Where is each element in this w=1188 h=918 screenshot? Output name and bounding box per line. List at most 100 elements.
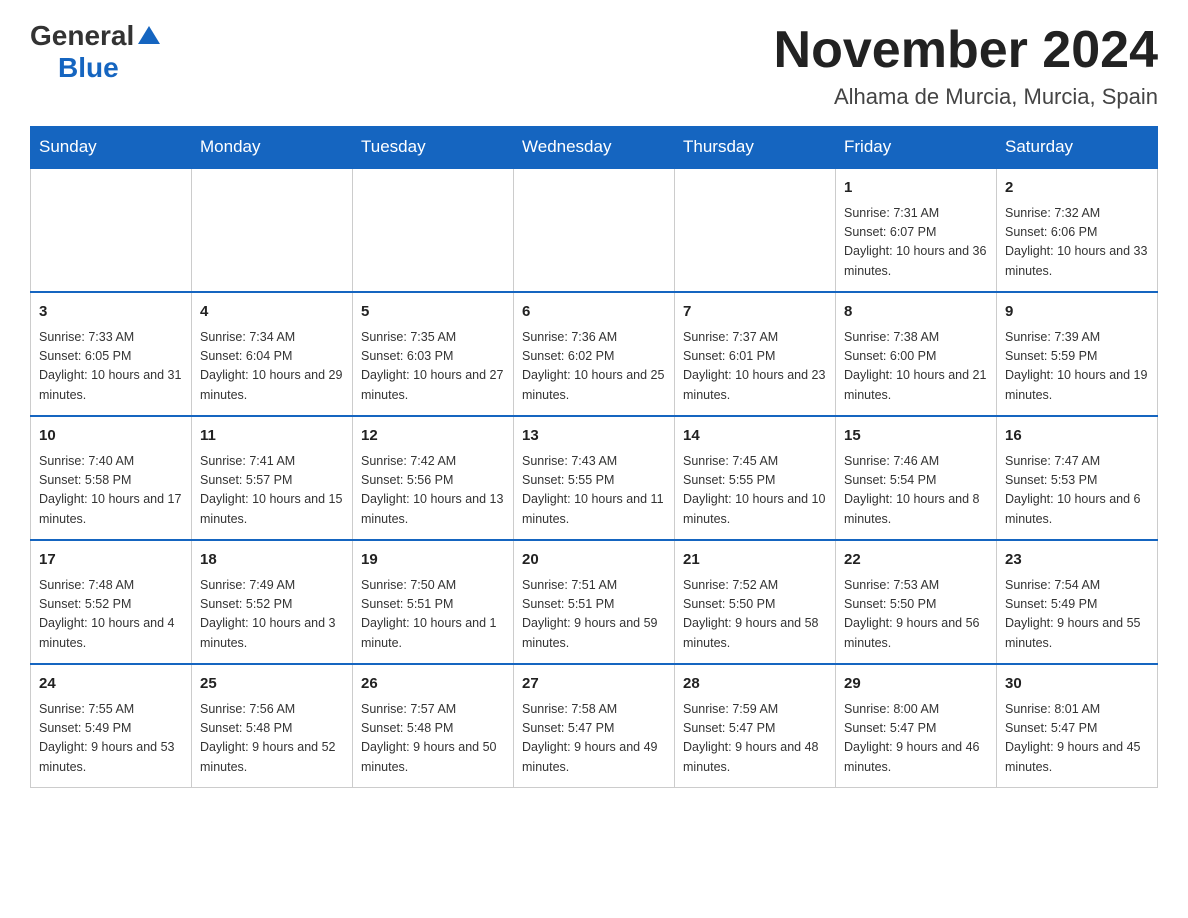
day-info: Sunrise: 7:36 AM Sunset: 6:02 PM Dayligh… [522, 328, 666, 406]
calendar-header-row: SundayMondayTuesdayWednesdayThursdayFrid… [31, 127, 1158, 169]
calendar-cell: 27 Sunrise: 7:58 AM Sunset: 5:47 PM Dayli… [514, 664, 675, 788]
day-number: 11 [200, 425, 344, 448]
day-number: 15 [844, 425, 988, 448]
calendar-week-row: 17Sunrise: 7:48 AM Sunset: 5:52 PM Dayli… [31, 540, 1158, 664]
day-number: 19 [361, 549, 505, 572]
calendar-cell: 2 Sunrise: 7:32 AM Sunset: 6:06 PM Daylig… [997, 168, 1158, 292]
day-info: Sunrise: 7:31 AM Sunset: 6:07 PM Dayligh… [844, 204, 988, 282]
calendar-cell: 1 Sunrise: 7:31 AM Sunset: 6:07 PM Daylig… [836, 168, 997, 292]
calendar-cell: 29Sunrise: 8:00 AM Sunset: 5:47 PM Dayli… [836, 664, 997, 788]
day-info: Sunrise: 7:33 AM Sunset: 6:05 PM Dayligh… [39, 328, 183, 406]
calendar-cell: 10 Sunrise: 7:40 AM Sunset: 5:58 PM Dayli… [31, 416, 192, 540]
day-number: 13 [522, 425, 666, 448]
day-info: Sunrise: 7:42 AM Sunset: 5:56 PM Dayligh… [361, 452, 505, 530]
day-number: 8 [844, 301, 988, 324]
day-info: Sunrise: 7:35 AM Sunset: 6:03 PM Dayligh… [361, 328, 505, 406]
calendar-week-row: 24 Sunrise: 7:55 AM Sunset: 5:49 PM Dayli… [31, 664, 1158, 788]
calendar-cell: 8 Sunrise: 7:38 AM Sunset: 6:00 PM Daylig… [836, 292, 997, 416]
day-info: Sunrise: 7:45 AM Sunset: 5:55 PM Dayligh… [683, 452, 827, 530]
calendar-cell [675, 168, 836, 292]
weekday-header-monday: Monday [192, 127, 353, 169]
calendar-cell: 24 Sunrise: 7:55 AM Sunset: 5:49 PM Dayli… [31, 664, 192, 788]
day-number: 27 [522, 673, 666, 696]
logo-blue-text: Blue [58, 52, 119, 84]
weekday-header-tuesday: Tuesday [353, 127, 514, 169]
calendar-cell: 5 Sunrise: 7:35 AM Sunset: 6:03 PM Daylig… [353, 292, 514, 416]
calendar-table: SundayMondayTuesdayWednesdayThursdayFrid… [30, 126, 1158, 788]
day-info: Sunrise: 7:56 AM Sunset: 5:48 PM Dayligh… [200, 700, 344, 778]
weekday-header-thursday: Thursday [675, 127, 836, 169]
day-info: Sunrise: 7:55 AM Sunset: 5:49 PM Dayligh… [39, 700, 183, 778]
calendar-cell: 23Sunrise: 7:54 AM Sunset: 5:49 PM Dayli… [997, 540, 1158, 664]
day-number: 24 [39, 673, 183, 696]
day-number: 20 [522, 549, 666, 572]
day-info: Sunrise: 7:58 AM Sunset: 5:47 PM Dayligh… [522, 700, 666, 778]
calendar-cell [353, 168, 514, 292]
calendar-cell: 16Sunrise: 7:47 AM Sunset: 5:53 PM Dayli… [997, 416, 1158, 540]
calendar-cell: 19 Sunrise: 7:50 AM Sunset: 5:51 PM Dayli… [353, 540, 514, 664]
weekday-header-wednesday: Wednesday [514, 127, 675, 169]
weekday-header-friday: Friday [836, 127, 997, 169]
day-info: Sunrise: 7:53 AM Sunset: 5:50 PM Dayligh… [844, 576, 988, 654]
day-number: 14 [683, 425, 827, 448]
logo-general-text: General [30, 20, 134, 52]
day-info: Sunrise: 7:46 AM Sunset: 5:54 PM Dayligh… [844, 452, 988, 530]
day-info: Sunrise: 7:38 AM Sunset: 6:00 PM Dayligh… [844, 328, 988, 406]
calendar-cell: 30Sunrise: 8:01 AM Sunset: 5:47 PM Dayli… [997, 664, 1158, 788]
calendar-cell: 13Sunrise: 7:43 AM Sunset: 5:55 PM Dayli… [514, 416, 675, 540]
weekday-header-sunday: Sunday [31, 127, 192, 169]
logo: General Blue [30, 20, 160, 84]
day-info: Sunrise: 7:39 AM Sunset: 5:59 PM Dayligh… [1005, 328, 1149, 406]
day-info: Sunrise: 7:32 AM Sunset: 6:06 PM Dayligh… [1005, 204, 1149, 282]
day-info: Sunrise: 7:57 AM Sunset: 5:48 PM Dayligh… [361, 700, 505, 778]
day-number: 1 [844, 177, 988, 200]
day-number: 7 [683, 301, 827, 324]
day-info: Sunrise: 7:34 AM Sunset: 6:04 PM Dayligh… [200, 328, 344, 406]
page-header: General Blue November 2024 Alhama de Mur… [30, 20, 1158, 110]
day-number: 5 [361, 301, 505, 324]
calendar-cell [31, 168, 192, 292]
calendar-cell: 11 Sunrise: 7:41 AM Sunset: 5:57 PM Dayli… [192, 416, 353, 540]
calendar-cell: 15 Sunrise: 7:46 AM Sunset: 5:54 PM Dayli… [836, 416, 997, 540]
day-number: 9 [1005, 301, 1149, 324]
calendar-cell: 14 Sunrise: 7:45 AM Sunset: 5:55 PM Dayli… [675, 416, 836, 540]
day-number: 26 [361, 673, 505, 696]
calendar-cell [514, 168, 675, 292]
day-number: 16 [1005, 425, 1149, 448]
day-info: Sunrise: 7:40 AM Sunset: 5:58 PM Dayligh… [39, 452, 183, 530]
day-info: Sunrise: 7:51 AM Sunset: 5:51 PM Dayligh… [522, 576, 666, 654]
calendar-cell: 7 Sunrise: 7:37 AM Sunset: 6:01 PM Daylig… [675, 292, 836, 416]
month-year-title: November 2024 [774, 20, 1158, 80]
weekday-header-saturday: Saturday [997, 127, 1158, 169]
calendar-week-row: 1 Sunrise: 7:31 AM Sunset: 6:07 PM Daylig… [31, 168, 1158, 292]
day-number: 21 [683, 549, 827, 572]
location-subtitle: Alhama de Murcia, Murcia, Spain [774, 84, 1158, 110]
calendar-cell: 18Sunrise: 7:49 AM Sunset: 5:52 PM Dayli… [192, 540, 353, 664]
title-block: November 2024 Alhama de Murcia, Murcia, … [774, 20, 1158, 110]
calendar-cell: 4Sunrise: 7:34 AM Sunset: 6:04 PM Daylig… [192, 292, 353, 416]
calendar-cell: 21Sunrise: 7:52 AM Sunset: 5:50 PM Dayli… [675, 540, 836, 664]
calendar-cell: 28 Sunrise: 7:59 AM Sunset: 5:47 PM Dayli… [675, 664, 836, 788]
calendar-week-row: 10 Sunrise: 7:40 AM Sunset: 5:58 PM Dayli… [31, 416, 1158, 540]
day-number: 3 [39, 301, 183, 324]
day-info: Sunrise: 7:48 AM Sunset: 5:52 PM Dayligh… [39, 576, 183, 654]
day-number: 25 [200, 673, 344, 696]
calendar-cell: 25 Sunrise: 7:56 AM Sunset: 5:48 PM Dayli… [192, 664, 353, 788]
day-number: 2 [1005, 177, 1149, 200]
day-info: Sunrise: 7:41 AM Sunset: 5:57 PM Dayligh… [200, 452, 344, 530]
calendar-cell: 9 Sunrise: 7:39 AM Sunset: 5:59 PM Daylig… [997, 292, 1158, 416]
day-info: Sunrise: 7:37 AM Sunset: 6:01 PM Dayligh… [683, 328, 827, 406]
day-number: 10 [39, 425, 183, 448]
calendar-cell: 17Sunrise: 7:48 AM Sunset: 5:52 PM Dayli… [31, 540, 192, 664]
calendar-cell: 12 Sunrise: 7:42 AM Sunset: 5:56 PM Dayli… [353, 416, 514, 540]
calendar-cell: 22Sunrise: 7:53 AM Sunset: 5:50 PM Dayli… [836, 540, 997, 664]
day-number: 6 [522, 301, 666, 324]
day-number: 23 [1005, 549, 1149, 572]
day-number: 12 [361, 425, 505, 448]
day-number: 28 [683, 673, 827, 696]
day-info: Sunrise: 7:59 AM Sunset: 5:47 PM Dayligh… [683, 700, 827, 778]
logo-arrow-icon [138, 26, 160, 49]
day-info: Sunrise: 7:50 AM Sunset: 5:51 PM Dayligh… [361, 576, 505, 654]
day-number: 18 [200, 549, 344, 572]
calendar-cell: 26 Sunrise: 7:57 AM Sunset: 5:48 PM Dayli… [353, 664, 514, 788]
